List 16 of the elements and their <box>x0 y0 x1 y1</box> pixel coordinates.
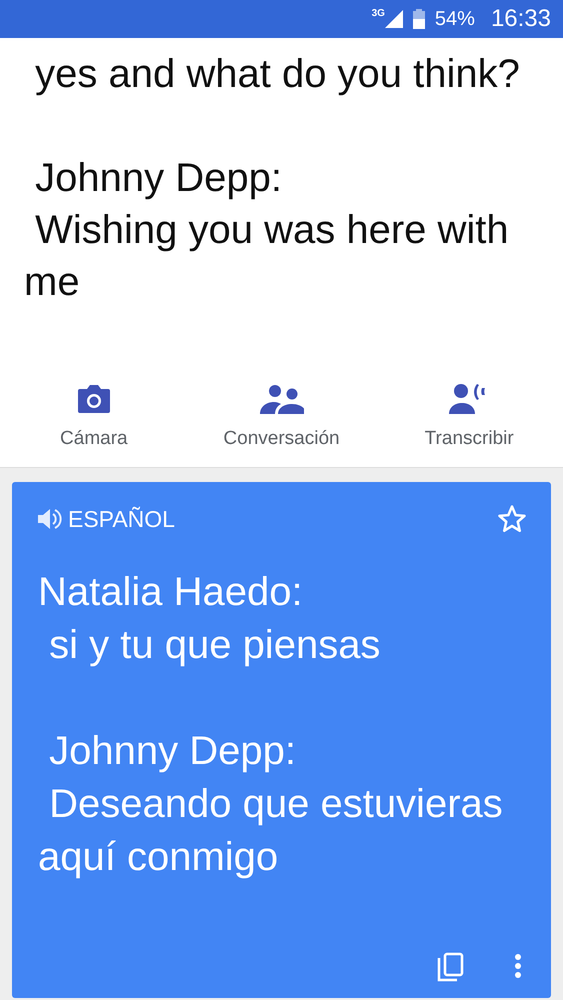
battery-percentage: 54% <box>434 8 475 30</box>
speaker-icon <box>38 508 62 530</box>
network-type: 3G <box>372 8 385 19</box>
language-button[interactable]: ESPAÑOL <box>38 506 175 532</box>
copy-button[interactable] <box>437 952 465 982</box>
camera-icon <box>76 384 111 414</box>
translation-text: Natalia Haedo: si y tu que piensas Johnny Depp: Deseando que estuvieras aquí conmigo <box>38 569 504 881</box>
clock: 16:33 <box>490 5 551 33</box>
source-text: yes and what do you think? Johnny Depp: Wishing you was here with me <box>23 51 521 306</box>
mode-button[interactable]: Cámara <box>0 360 188 467</box>
star-button[interactable] <box>497 504 527 534</box>
mode-button[interactable]: Conversación <box>188 360 376 467</box>
mode-button[interactable]: Transcribir <box>375 360 563 467</box>
battery-icon <box>412 9 425 29</box>
people-icon <box>260 384 304 414</box>
signal-icon <box>384 10 403 28</box>
